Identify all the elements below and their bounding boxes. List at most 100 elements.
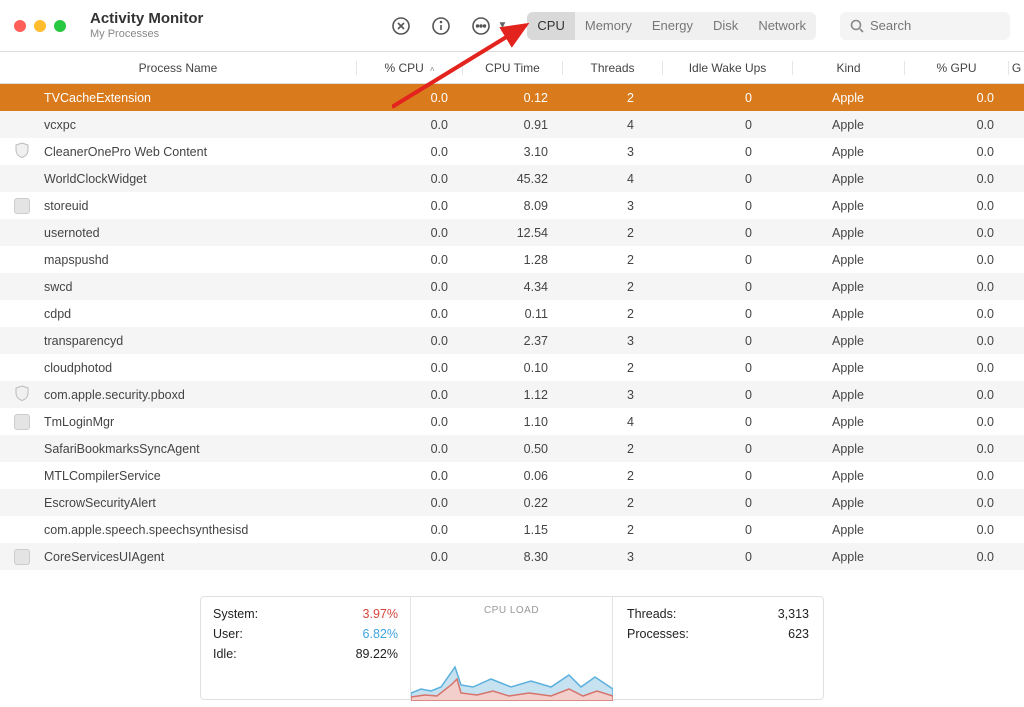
process-name-cell: WorldClockWidget [44, 172, 356, 186]
header-cpu-time[interactable]: CPU Time [462, 61, 562, 75]
idle-value: 89.22% [356, 647, 398, 661]
kind-cell: Apple [792, 172, 904, 186]
process-row[interactable]: cloudphotod0.00.1020Apple0.0 [0, 354, 1024, 381]
cpu-time-cell: 0.06 [462, 469, 562, 483]
cpu-pct-cell: 0.0 [356, 280, 462, 294]
cpu-time-cell: 45.32 [462, 172, 562, 186]
wakeups-cell: 0 [662, 334, 792, 348]
stop-process-button[interactable] [386, 11, 416, 41]
process-name-cell: EscrowSecurityAlert [44, 496, 356, 510]
search-input[interactable] [870, 18, 990, 33]
header-pct-cpu[interactable]: % CPU˄ [356, 61, 462, 75]
cpu-time-cell: 0.22 [462, 496, 562, 510]
gpu-pct-cell: 0.0 [904, 388, 1008, 402]
gpu-pct-cell: 0.0 [904, 118, 1008, 132]
tab-memory[interactable]: Memory [575, 12, 642, 40]
process-row[interactable]: TmLoginMgr0.01.1040Apple0.0 [0, 408, 1024, 435]
gpu-pct-cell: 0.0 [904, 361, 1008, 375]
process-row[interactable]: MTLCompilerService0.00.0620Apple0.0 [0, 462, 1024, 489]
idle-label: Idle: [213, 647, 237, 661]
process-name-cell: storeuid [44, 199, 356, 213]
cpu-pct-cell: 0.0 [356, 496, 462, 510]
close-window-button[interactable] [14, 20, 26, 32]
gpu-pct-cell: 0.0 [904, 199, 1008, 213]
more-actions-button[interactable] [466, 11, 496, 41]
process-row[interactable]: CleanerOnePro Web Content0.03.1030Apple0… [0, 138, 1024, 165]
cpu-pct-cell: 0.0 [356, 469, 462, 483]
kind-cell: Apple [792, 226, 904, 240]
process-name-cell: com.apple.security.pboxd [44, 388, 356, 402]
process-name-cell: CoreServicesUIAgent [44, 550, 356, 564]
gpu-pct-cell: 0.0 [904, 550, 1008, 564]
kind-cell: Apple [792, 388, 904, 402]
process-row[interactable]: com.apple.security.pboxd0.01.1230Apple0.… [0, 381, 1024, 408]
cpu-load-graph-pane: CPU LOAD [411, 597, 613, 699]
threads-cell: 3 [562, 145, 662, 159]
gpu-pct-cell: 0.0 [904, 334, 1008, 348]
tab-network[interactable]: Network [748, 12, 816, 40]
process-row[interactable]: cdpd0.00.1120Apple0.0 [0, 300, 1024, 327]
cpu-pct-cell: 0.0 [356, 145, 462, 159]
shield-icon [14, 385, 30, 404]
cpu-time-cell: 8.09 [462, 199, 562, 213]
process-row[interactable]: CoreServicesUIAgent0.08.3030Apple0.0 [0, 543, 1024, 570]
tab-cpu[interactable]: CPU [527, 12, 574, 40]
threads-cell: 2 [562, 361, 662, 375]
process-row[interactable]: transparencyd0.02.3730Apple0.0 [0, 327, 1024, 354]
process-row[interactable]: swcd0.04.3420Apple0.0 [0, 273, 1024, 300]
process-row[interactable]: usernoted0.012.5420Apple0.0 [0, 219, 1024, 246]
process-row[interactable]: vcxpc0.00.9140Apple0.0 [0, 111, 1024, 138]
tab-energy[interactable]: Energy [642, 12, 703, 40]
cpu-pct-cell: 0.0 [356, 523, 462, 537]
header-process-name[interactable]: Process Name [0, 61, 356, 75]
process-row[interactable]: EscrowSecurityAlert0.00.2220Apple0.0 [0, 489, 1024, 516]
shield-icon [14, 142, 30, 161]
cpu-time-cell: 0.50 [462, 442, 562, 456]
header-pct-gpu[interactable]: % GPU [904, 61, 1008, 75]
threads-cell: 2 [562, 307, 662, 321]
kind-cell: Apple [792, 91, 904, 105]
tab-disk[interactable]: Disk [703, 12, 748, 40]
process-row[interactable]: storeuid0.08.0930Apple0.0 [0, 192, 1024, 219]
header-idle-wake-ups[interactable]: Idle Wake Ups [662, 61, 792, 75]
kind-cell: Apple [792, 469, 904, 483]
gpu-pct-cell: 0.0 [904, 172, 1008, 186]
search-icon [850, 19, 864, 33]
toolbar: Activity Monitor My Processes ▼ CPUMemor… [0, 0, 1024, 52]
wakeups-cell: 0 [662, 199, 792, 213]
header-overflow[interactable]: G [1008, 61, 1024, 75]
info-button[interactable] [426, 11, 456, 41]
search-field[interactable] [840, 12, 1010, 40]
process-row[interactable]: com.apple.speech.speechsynthesisd0.01.15… [0, 516, 1024, 543]
cpu-stats-pane: System:3.97% User:6.82% Idle:89.22% [201, 597, 411, 699]
gpu-pct-cell: 0.0 [904, 91, 1008, 105]
minimize-window-button[interactable] [34, 20, 46, 32]
window-traffic-lights [14, 20, 66, 32]
gpu-pct-cell: 0.0 [904, 496, 1008, 510]
counts-pane: Threads:3,313 Processes:623 [613, 597, 823, 699]
zoom-window-button[interactable] [54, 20, 66, 32]
process-row[interactable]: TVCacheExtension0.00.1220Apple0.0 [0, 84, 1024, 111]
threads-cell: 3 [562, 199, 662, 213]
processes-value: 623 [788, 627, 809, 641]
app-title: Activity Monitor [90, 11, 203, 28]
cpu-time-cell: 2.37 [462, 334, 562, 348]
system-value: 3.97% [363, 607, 398, 621]
sort-ascending-icon: ˄ [430, 65, 435, 74]
header-kind[interactable]: Kind [792, 61, 904, 75]
app-icon [14, 198, 30, 214]
kind-cell: Apple [792, 199, 904, 213]
column-headers: Process Name % CPU˄ CPU Time Threads Idl… [0, 52, 1024, 84]
process-row[interactable]: WorldClockWidget0.045.3240Apple0.0 [0, 165, 1024, 192]
process-row[interactable]: SafariBookmarksSyncAgent0.00.5020Apple0.… [0, 435, 1024, 462]
kind-cell: Apple [792, 361, 904, 375]
kind-cell: Apple [792, 280, 904, 294]
ellipsis-circle-icon [471, 16, 491, 36]
header-threads[interactable]: Threads [562, 61, 662, 75]
kind-cell: Apple [792, 334, 904, 348]
process-row[interactable]: mapspushd0.01.2820Apple0.0 [0, 246, 1024, 273]
wakeups-cell: 0 [662, 469, 792, 483]
process-name-cell: mapspushd [44, 253, 356, 267]
process-name-cell: transparencyd [44, 334, 356, 348]
gpu-pct-cell: 0.0 [904, 307, 1008, 321]
